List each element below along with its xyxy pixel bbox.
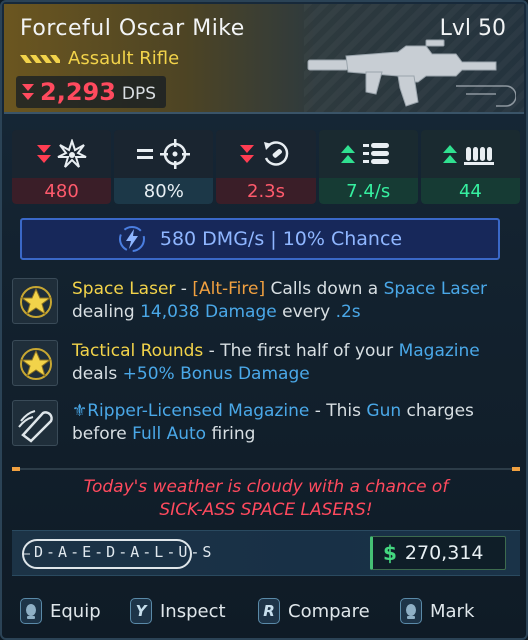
y-key: Y [130,598,152,624]
right-stick-icon [400,598,422,624]
magazine-size-icon [464,147,495,165]
double-down-arrow-icon [22,84,34,100]
dps-unit: DPS [121,84,157,104]
accuracy-crosshair-icon [159,139,190,169]
perk-description: Space Laser - [Alt-Fire] Calls down a Sp… [72,279,488,322]
flavor-text: Today's weather is cloudy with a chance … [2,476,526,522]
damage-burst-icon [57,139,87,168]
double-up-arrow-icon [443,145,458,163]
stat-fire-rate[interactable]: 7.4/s [318,130,418,204]
double-down-arrow-icon [240,145,254,163]
left-stick-icon [20,598,42,624]
stat-fire-rate-value: 7.4/s [318,178,418,204]
double-up-arrow-icon [341,145,356,163]
item-header: Forceful Oscar Mike Lvl 50 Assault Rifle… [4,4,524,114]
manufacturer-bar: D-A-E-D-A-L-U-S $ 270,314 [12,530,520,576]
equip-action[interactable]: Equip [20,598,101,624]
stats-row: 480 80% 2.3s 7.4/s 44 [12,130,521,204]
element-effect-text: 580 DMG/s | 10% Chance [159,228,403,250]
item-name: Forceful Oscar Mike [20,16,245,41]
perk-tactical-rounds: Tactical Rounds - The first half of your… [12,340,522,390]
item-type: Assault Rifle [68,48,180,69]
dollar-icon: $ [383,541,397,565]
assault-rifle-icon [307,39,516,107]
stat-magazine[interactable]: 44 [420,130,521,204]
perk-name: Space Laser [72,279,176,299]
inspect-label: Inspect [160,600,226,622]
dps-value: 2,293 [40,78,116,106]
r-key: R [258,598,280,624]
alt-fire-tag: [Alt-Fire] [192,279,266,299]
perk-description: ⚜Ripper-Licensed Magazine - This Gun cha… [72,401,474,444]
mark-action[interactable]: Mark [400,598,474,624]
item-level: Lvl 50 [439,16,506,41]
perk-name: Ripper-Licensed Magazine [87,401,310,421]
double-down-arrow-icon [36,145,51,163]
flavor-line-1: Today's weather is cloudy with a chance … [83,477,449,497]
star-badge-icon [12,278,58,324]
perk-name: Tactical Rounds [72,341,204,361]
stat-damage-value: 480 [12,178,112,204]
item-card: Forceful Oscar Mike Lvl 50 Assault Rifle… [0,0,528,640]
stat-damage[interactable]: 480 [12,130,112,204]
shock-lightning-icon [118,226,145,252]
item-rarity: Assault Rifle [20,48,179,69]
star-badge-icon [12,340,58,386]
stat-accuracy[interactable]: 80% [114,130,214,204]
fire-rate-bullets-icon [363,143,390,164]
controls-bar: Equip Y Inspect R Compare Mark [2,594,526,630]
stat-reload-value: 2.3s [216,178,316,204]
perk-space-laser: Space Laser - [Alt-Fire] Calls down a Sp… [12,278,522,328]
reload-speed-icon [264,141,289,166]
mark-label: Mark [430,600,475,622]
magazine-part-icon [12,400,58,446]
rarity-chevrons-icon [20,54,60,63]
ripper-fleur-icon: ⚜ [72,401,88,421]
equal-icon [136,149,153,159]
element-effect-bar: 580 DMG/s | 10% Chance [20,218,500,260]
equip-label: Equip [50,600,101,622]
price-value: 270,314 [404,542,484,564]
price-tag: $ 270,314 [370,536,506,570]
section-divider [12,467,520,471]
stat-magazine-value: 44 [420,178,521,204]
dps-readout: 2,293 DPS [16,76,167,108]
compare-action[interactable]: R Compare [258,598,370,624]
inspect-action[interactable]: Y Inspect [130,598,226,624]
stat-accuracy-value: 80% [114,178,214,204]
perk-description: Tactical Rounds - The first half of your… [72,341,480,384]
compare-label: Compare [288,600,370,622]
manufacturer-name: D-A-E-D-A-L-U-S [34,543,215,561]
stat-reload[interactable]: 2.3s [216,130,316,204]
perk-ripper-magazine: ⚜Ripper-Licensed Magazine - This Gun cha… [12,400,522,450]
flavor-line-2: SICK-ASS SPACE LASERS! [159,500,373,520]
